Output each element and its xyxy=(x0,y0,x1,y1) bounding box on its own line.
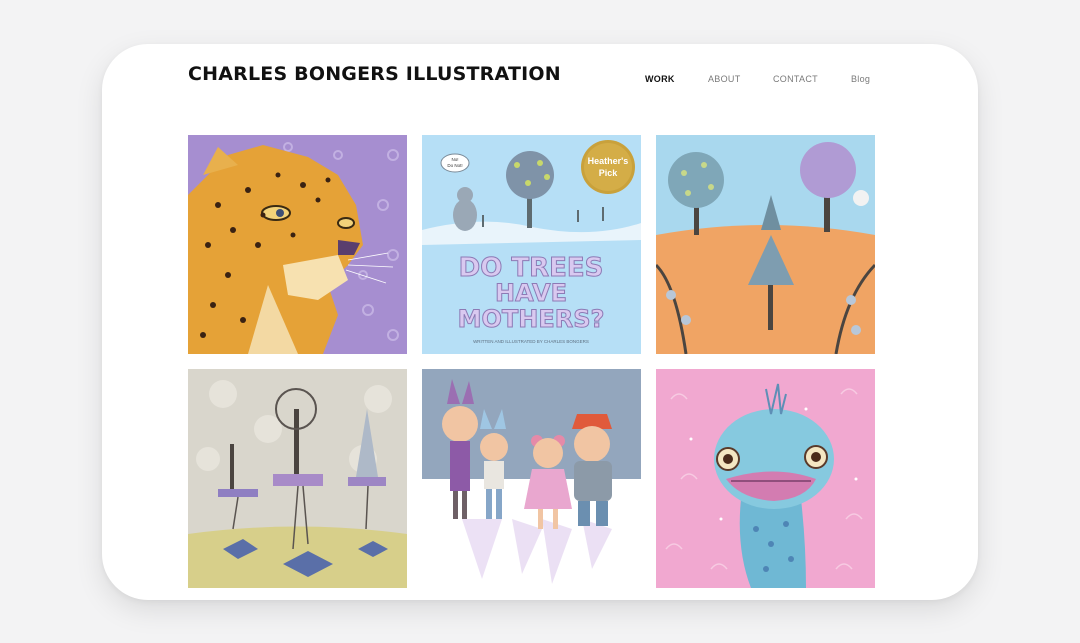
ostrich-illustration xyxy=(656,369,875,588)
browser-frame: CHARLES BONGERS ILLUSTRATION WORK ABOUT … xyxy=(102,44,978,600)
trees-landscape-illustration xyxy=(656,135,875,354)
gallery-item-floating-trees[interactable] xyxy=(188,369,407,588)
nav-blog[interactable]: Blog xyxy=(851,74,870,84)
cover-credit: WRITTEN AND ILLUSTRATED BY CHARLES BONGE… xyxy=(473,339,589,344)
cover-title-line-3: MOTHERS? xyxy=(458,305,605,333)
speech-line-1: No! xyxy=(451,157,458,162)
children-characters-illustration xyxy=(422,369,641,588)
cover-title-line-2: HAVE xyxy=(495,279,567,307)
book-cover-illustration: No! Do Not! Heather's Pick DO TREES HAVE… xyxy=(422,135,641,354)
floating-trees-illustration xyxy=(188,369,407,588)
gallery-item-book-cover[interactable]: No! Do Not! Heather's Pick DO TREES HAVE… xyxy=(422,135,641,354)
gallery-item-leopard[interactable] xyxy=(188,135,407,354)
gallery-item-ostrich[interactable] xyxy=(656,369,875,588)
badge-line-2: Pick xyxy=(599,168,619,178)
nav-work[interactable]: WORK xyxy=(645,74,675,84)
nav-contact[interactable]: CONTACT xyxy=(773,74,818,84)
badge-line-1: Heather's xyxy=(588,156,629,166)
gallery-item-children-characters[interactable] xyxy=(422,369,641,588)
main-nav: WORK ABOUT CONTACT Blog xyxy=(102,74,978,88)
nav-about[interactable]: ABOUT xyxy=(708,74,741,84)
leopard-illustration xyxy=(188,135,407,354)
gallery-item-trees-landscape[interactable] xyxy=(656,135,875,354)
speech-line-2: Do Not! xyxy=(447,163,462,168)
